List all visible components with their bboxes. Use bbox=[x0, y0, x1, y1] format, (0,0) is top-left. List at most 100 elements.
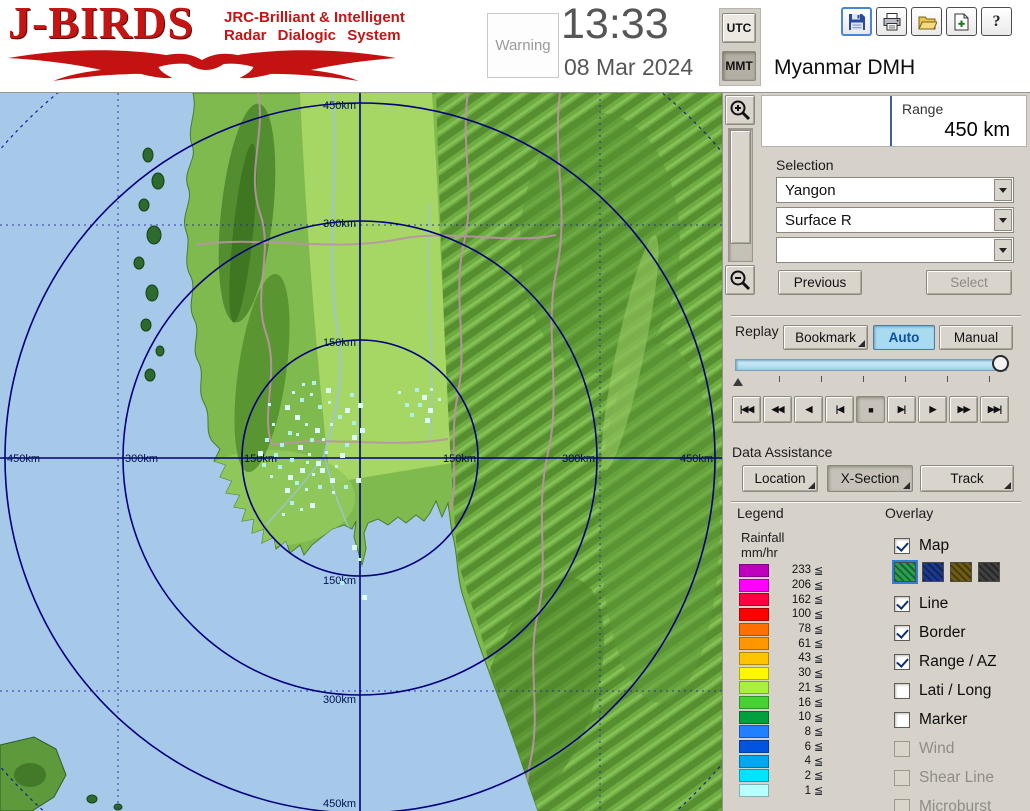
product-select-dropdown-icon[interactable] bbox=[994, 209, 1012, 231]
legend-row: 61≦ bbox=[739, 636, 823, 651]
playback-skip-to-start-button[interactable]: |◀◀ bbox=[732, 396, 761, 423]
mmt-button[interactable]: MMT bbox=[722, 51, 756, 81]
marker-checkbox[interactable] bbox=[894, 712, 910, 728]
logo-subtitle-line2: Radar Dialogic System bbox=[224, 27, 401, 44]
clock-date: 08 Mar 2024 bbox=[564, 54, 693, 81]
legend-lte-symbol: ≦ bbox=[814, 667, 823, 680]
logo-subtitle-line1: JRC-Brilliant & Intelligent bbox=[224, 9, 405, 26]
legend-color-swatch bbox=[739, 623, 769, 636]
legend-row: 78≦ bbox=[739, 622, 823, 637]
slider-tick bbox=[821, 376, 822, 382]
legend-color-swatch bbox=[739, 593, 769, 606]
replay-slider-handle[interactable] bbox=[992, 355, 1009, 372]
playback-play-reverse-button[interactable]: ◀ bbox=[794, 396, 823, 423]
replay-slider-track[interactable] bbox=[735, 359, 1007, 371]
range-ring-label: 150km bbox=[323, 575, 356, 587]
legend-row: 2≦ bbox=[739, 769, 823, 784]
range-ring-label: 300km bbox=[323, 694, 356, 706]
legend-color-swatch bbox=[739, 696, 769, 709]
map-style-swatch-1[interactable] bbox=[922, 562, 944, 582]
clock-time: 13:33 bbox=[561, 0, 669, 49]
overlay-label: Overlay bbox=[885, 505, 933, 521]
bookmark-button[interactable]: Bookmark bbox=[783, 325, 868, 350]
legend-row: 16≦ bbox=[739, 695, 823, 710]
border-checkbox[interactable] bbox=[894, 625, 910, 641]
utc-button[interactable]: UTC bbox=[722, 13, 756, 43]
zoom-out-icon bbox=[728, 268, 752, 292]
import-button[interactable] bbox=[946, 7, 977, 36]
playback-play-button[interactable]: ▶ bbox=[918, 396, 947, 423]
range-ring-label: 450km bbox=[323, 798, 356, 810]
legend-lte-symbol: ≦ bbox=[814, 652, 823, 665]
legend-color-swatch bbox=[739, 637, 769, 650]
save-icon bbox=[847, 12, 867, 32]
print-button[interactable] bbox=[876, 7, 907, 36]
manual-button[interactable]: Manual bbox=[939, 325, 1013, 350]
legend-value: 61 bbox=[769, 638, 811, 650]
legend-color-swatch bbox=[739, 725, 769, 738]
range-divider bbox=[890, 96, 892, 146]
legend-color-swatch bbox=[739, 711, 769, 724]
previous-button[interactable]: Previous bbox=[778, 270, 862, 295]
legend-color-swatch bbox=[739, 652, 769, 665]
playback-fast-forward-button[interactable]: ▶▶ bbox=[949, 396, 978, 423]
warning-label: Warning bbox=[495, 37, 550, 54]
track-button[interactable]: Track bbox=[920, 465, 1014, 492]
playback-step-forward-button[interactable]: ▶| bbox=[887, 396, 916, 423]
extra-select-dropdown-icon[interactable] bbox=[994, 239, 1012, 261]
range-display: Range 450 km bbox=[761, 95, 1027, 147]
map-style-swatch-3[interactable] bbox=[978, 562, 1000, 582]
map-style-swatch-0[interactable] bbox=[894, 562, 916, 582]
map-style-swatch-2[interactable] bbox=[950, 562, 972, 582]
line-checkbox[interactable] bbox=[894, 596, 910, 612]
playback-step-back-button[interactable]: |◀ bbox=[825, 396, 854, 423]
legend-row: 162≦ bbox=[739, 592, 823, 607]
wind-label: Wind bbox=[919, 740, 954, 758]
legend-value: 8 bbox=[769, 726, 811, 738]
legend-value: 43 bbox=[769, 652, 811, 664]
legend-value: 30 bbox=[769, 667, 811, 679]
line-label: Line bbox=[919, 595, 948, 613]
warning-indicator: Warning bbox=[487, 13, 559, 78]
site-select-dropdown-icon[interactable] bbox=[994, 179, 1012, 201]
range-az-checkbox[interactable] bbox=[894, 654, 910, 670]
slider-tick bbox=[905, 376, 906, 382]
radar-map[interactable]: 150km150km150km150km300km300km300km300km… bbox=[0, 93, 722, 811]
legend-lte-symbol: ≦ bbox=[814, 681, 823, 694]
legend-lte-symbol: ≦ bbox=[814, 784, 823, 797]
legend-row: 6≦ bbox=[739, 739, 823, 754]
zoom-in-button[interactable] bbox=[725, 95, 755, 125]
map-scrollbar-thumb[interactable] bbox=[730, 130, 751, 244]
x-section-button[interactable]: X-Section bbox=[827, 465, 913, 492]
location-button[interactable]: Location bbox=[742, 465, 818, 492]
auto-button[interactable]: Auto bbox=[873, 325, 935, 350]
overlay-row-marker: Marker bbox=[894, 710, 967, 730]
legend-color-swatch bbox=[739, 681, 769, 694]
select-button[interactable]: Select bbox=[926, 270, 1012, 295]
range-value: 450 km bbox=[944, 119, 1010, 142]
legend-lte-symbol: ≦ bbox=[814, 725, 823, 738]
open-folder-button[interactable] bbox=[911, 7, 942, 36]
map-checkbox[interactable] bbox=[894, 538, 910, 554]
legend-label: Legend bbox=[737, 505, 784, 521]
logo-title: J-BIRDS bbox=[8, 0, 194, 49]
marker-label: Marker bbox=[919, 711, 967, 729]
legend-lte-symbol: ≦ bbox=[814, 593, 823, 606]
playback-stop-button[interactable]: ■ bbox=[856, 396, 885, 423]
playback-skip-to-end-button[interactable]: ▶▶| bbox=[980, 396, 1009, 423]
data-assistance-label: Data Assistance bbox=[732, 444, 832, 460]
zoom-out-button[interactable] bbox=[725, 265, 755, 295]
playback-fast-rewind-button[interactable]: ◀◀ bbox=[763, 396, 792, 423]
logo-subtitle: JRC-Brilliant & Intelligent Radar Dialog… bbox=[224, 9, 405, 45]
site-select[interactable]: Yangon bbox=[776, 177, 1014, 203]
lati-long-checkbox[interactable] bbox=[894, 683, 910, 699]
product-select[interactable]: Surface R bbox=[776, 207, 1014, 233]
overlay-row-range-az: Range / AZ bbox=[894, 652, 997, 672]
save-button[interactable] bbox=[841, 7, 872, 36]
legend-color-swatch bbox=[739, 579, 769, 592]
map-scrollbar[interactable] bbox=[728, 128, 753, 262]
help-button[interactable]: ? bbox=[981, 7, 1012, 36]
range-ring-label: 150km bbox=[443, 453, 476, 465]
shear-line-checkbox bbox=[894, 770, 910, 786]
extra-select[interactable] bbox=[776, 237, 1014, 263]
